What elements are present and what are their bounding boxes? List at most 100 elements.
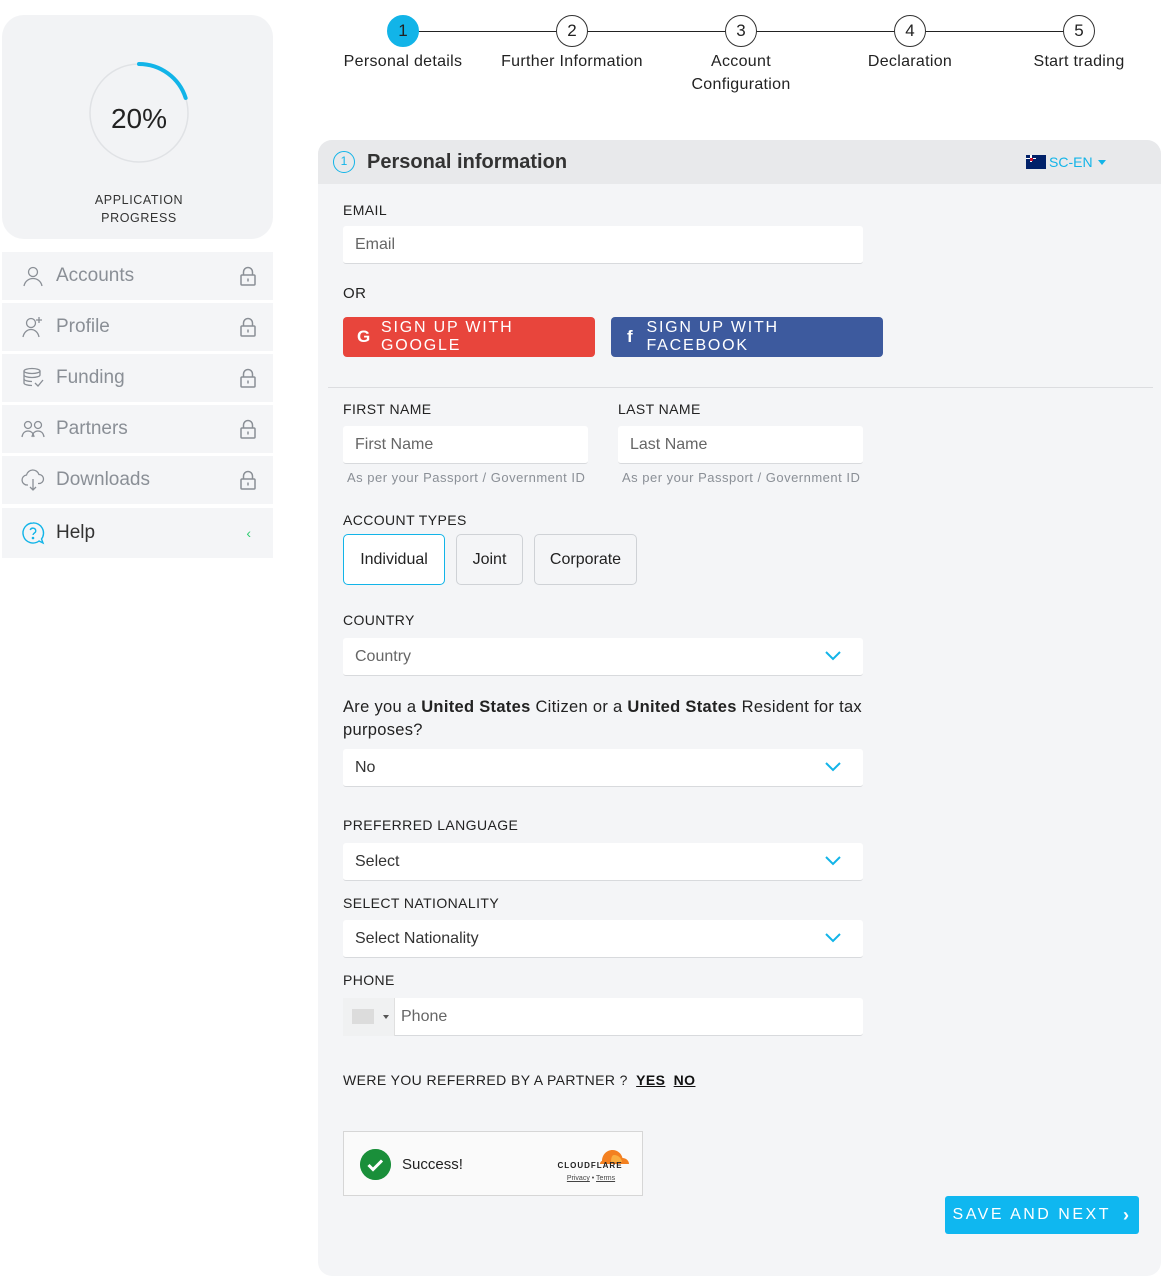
sidebar-item-label: Profile bbox=[56, 316, 110, 337]
step-label: Declaration bbox=[867, 53, 953, 70]
caret-down-icon bbox=[1097, 159, 1106, 165]
step-label: Account Configuration bbox=[691, 53, 791, 93]
chevron-right-icon: › bbox=[1122, 1204, 1132, 1225]
sidebar-item-downloads[interactable]: Downloads bbox=[2, 456, 273, 504]
captcha-links: Privacy • Terms bbox=[554, 1175, 628, 1182]
help-icon bbox=[20, 520, 46, 546]
referral-no-link[interactable]: NO bbox=[674, 1072, 696, 1088]
sidebar-item-label: Help bbox=[56, 522, 96, 543]
first-name-hint: As per your Passport / Government ID bbox=[347, 470, 586, 485]
us-citizen-value: No bbox=[355, 759, 376, 776]
chevron-down-icon bbox=[825, 651, 841, 661]
progress-stepper: 1 Personal details 2 Further Information… bbox=[318, 0, 1161, 110]
step-label: Start trading bbox=[1033, 53, 1125, 70]
section-number: 1 bbox=[333, 151, 355, 173]
phone-field[interactable]: Phone bbox=[343, 998, 863, 1036]
step-further-information[interactable]: 2 Further Information bbox=[487, 15, 657, 73]
question-text: Are you a bbox=[343, 698, 422, 716]
first-name-field[interactable]: First Name bbox=[343, 426, 588, 464]
users-icon bbox=[20, 416, 46, 442]
facebook-signup-label: SIGN UP WITH FACEBOOK bbox=[646, 319, 779, 354]
step-number: 4 bbox=[894, 15, 926, 47]
captcha-message: Success! bbox=[402, 1156, 463, 1173]
sidebar-item-help[interactable]: Help ‹ bbox=[2, 508, 273, 558]
preferred-language-select[interactable]: Select bbox=[343, 843, 863, 881]
step-label: Personal details bbox=[343, 53, 463, 70]
step-personal-details[interactable]: 1 Personal details bbox=[318, 15, 488, 73]
lock-icon bbox=[240, 266, 256, 286]
sidebar-item-label: Partners bbox=[56, 418, 128, 439]
lock-icon bbox=[240, 317, 256, 337]
country-flag-icon bbox=[352, 1009, 374, 1024]
preferred-language-value: Select bbox=[355, 853, 400, 870]
user-icon bbox=[20, 263, 46, 289]
privacy-link[interactable]: Privacy bbox=[567, 1175, 590, 1182]
sidebar-item-label: Accounts bbox=[56, 265, 135, 286]
application-progress-card: 20% APPLICATION PROGRESS bbox=[2, 15, 273, 239]
sidebar-item-accounts[interactable]: Accounts bbox=[2, 252, 273, 300]
sidebar-item-funding[interactable]: Funding bbox=[2, 354, 273, 402]
chevron-down-icon bbox=[825, 933, 841, 943]
language-code: SC-EN bbox=[1049, 154, 1093, 170]
sidebar-item-partners[interactable]: Partners bbox=[2, 405, 273, 453]
section-title: Personal information bbox=[367, 151, 568, 173]
lock-icon bbox=[240, 470, 256, 490]
referral-yes-link[interactable]: YES bbox=[636, 1072, 665, 1088]
sidebar-item-label: Funding bbox=[56, 367, 125, 388]
google-signup-label: SIGN UP WITH GOOGLE bbox=[381, 319, 514, 354]
account-types-label: ACCOUNT TYPES bbox=[343, 512, 467, 528]
account-type-individual[interactable]: Individual bbox=[343, 534, 445, 585]
step-start-trading[interactable]: 5 Start trading bbox=[994, 15, 1161, 73]
language-selector[interactable]: SC-EN bbox=[1026, 154, 1106, 170]
user-plus-icon bbox=[20, 314, 46, 340]
us-citizen-select[interactable]: No bbox=[343, 749, 863, 787]
last-name-label: LAST NAME bbox=[618, 401, 701, 417]
country-value: Country bbox=[355, 648, 412, 665]
chevron-down-icon bbox=[825, 762, 841, 772]
phone-label: PHONE bbox=[343, 972, 395, 988]
question-bold: United States bbox=[421, 698, 531, 716]
phone-placeholder: Phone bbox=[401, 1008, 448, 1025]
question-bold: United States bbox=[627, 698, 737, 716]
step-declaration[interactable]: 4 Declaration bbox=[825, 15, 995, 73]
coins-icon bbox=[20, 365, 46, 391]
google-icon: G bbox=[357, 327, 373, 346]
lock-icon bbox=[240, 368, 256, 388]
preferred-language-label: PREFERRED LANGUAGE bbox=[343, 817, 519, 833]
australia-flag-icon bbox=[1026, 155, 1046, 169]
facebook-signup-button[interactable]: f SIGN UP WITH FACEBOOK bbox=[611, 317, 883, 357]
caret-down-icon bbox=[383, 1015, 389, 1019]
cloudflare-captcha[interactable]: Success! CLOUDFLARE Privacy • Terms bbox=[343, 1131, 643, 1196]
country-label: COUNTRY bbox=[343, 612, 415, 628]
email-label: EMAIL bbox=[343, 202, 388, 218]
google-signup-button[interactable]: G SIGN UP WITH GOOGLE bbox=[343, 317, 595, 357]
account-type-joint[interactable]: Joint bbox=[456, 534, 523, 585]
step-number: 1 bbox=[387, 15, 419, 47]
progress-percent: 20% bbox=[110, 103, 168, 134]
section-header: 1 Personal information SC-EN bbox=[318, 140, 1161, 184]
referral-label: WERE YOU REFERRED BY A PARTNER ? bbox=[343, 1072, 628, 1088]
terms-link[interactable]: Terms bbox=[596, 1175, 615, 1182]
account-type-corporate[interactable]: Corporate bbox=[534, 534, 637, 585]
nationality-value: Select Nationality bbox=[355, 930, 479, 947]
step-account-configuration[interactable]: 3 Account Configuration bbox=[656, 15, 826, 96]
sidebar-item-label: Downloads bbox=[56, 469, 150, 490]
us-citizen-question: Are you a United States Citizen or a Uni… bbox=[343, 696, 873, 742]
sidebar-item-profile[interactable]: Profile bbox=[2, 303, 273, 351]
success-check-icon bbox=[360, 1149, 391, 1180]
email-field[interactable]: Email bbox=[343, 226, 863, 264]
step-label: Further Information bbox=[501, 53, 643, 70]
country-select[interactable]: Country bbox=[343, 638, 863, 676]
first-name-label: FIRST NAME bbox=[343, 401, 432, 417]
last-name-field[interactable]: Last Name bbox=[618, 426, 863, 464]
divider bbox=[328, 387, 1153, 388]
chevron-left-icon[interactable]: ‹ bbox=[246, 525, 251, 541]
save-and-next-button[interactable]: SAVE AND NEXT › bbox=[945, 1196, 1139, 1234]
question-text: Citizen or a bbox=[530, 698, 628, 716]
phone-country-picker[interactable] bbox=[343, 998, 395, 1036]
step-number: 5 bbox=[1063, 15, 1095, 47]
step-number: 2 bbox=[556, 15, 588, 47]
facebook-icon: f bbox=[627, 327, 635, 346]
last-name-hint: As per your Passport / Government ID bbox=[622, 470, 861, 485]
nationality-select[interactable]: Select Nationality bbox=[343, 920, 863, 958]
